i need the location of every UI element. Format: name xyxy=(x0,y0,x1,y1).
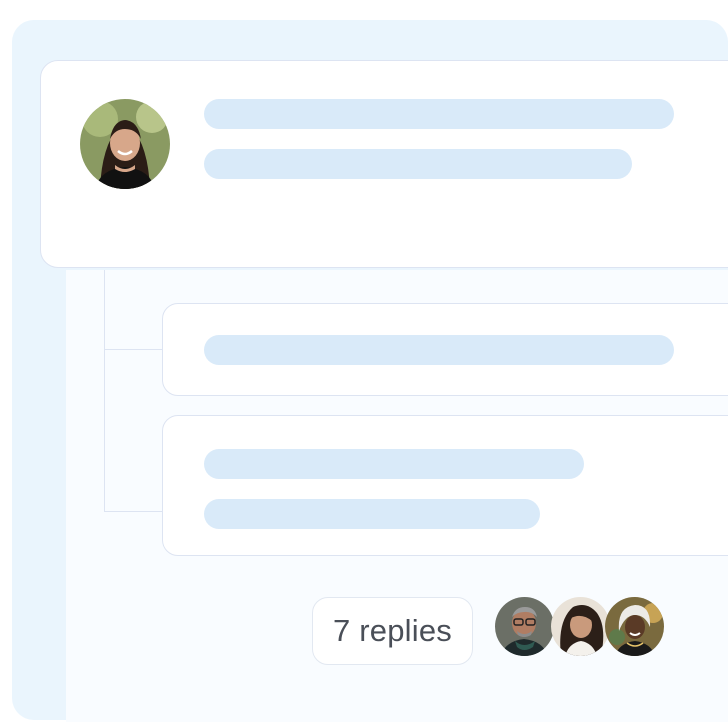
replier-avatar[interactable] xyxy=(605,597,664,656)
author-avatar[interactable] xyxy=(80,99,170,189)
replier-avatar-image xyxy=(605,597,664,656)
replier-avatar-image xyxy=(551,597,610,656)
author-avatar-image xyxy=(80,99,170,189)
main-text-placeholder-2 xyxy=(204,149,632,179)
reply-text-placeholder xyxy=(204,335,674,365)
replier-avatar[interactable] xyxy=(551,597,610,656)
replies-count-label: 7 replies xyxy=(333,613,452,648)
thread-connector-branch xyxy=(104,349,164,350)
replies-count-button[interactable]: 7 replies xyxy=(312,597,473,665)
thread-connector-line xyxy=(104,270,164,512)
replier-avatar-image xyxy=(495,597,554,656)
main-text-placeholder-1 xyxy=(204,99,674,129)
replier-avatar[interactable] xyxy=(495,597,554,656)
reply-text-placeholder xyxy=(204,449,584,479)
reply-text-placeholder xyxy=(204,499,540,529)
reply-card[interactable] xyxy=(162,415,728,556)
